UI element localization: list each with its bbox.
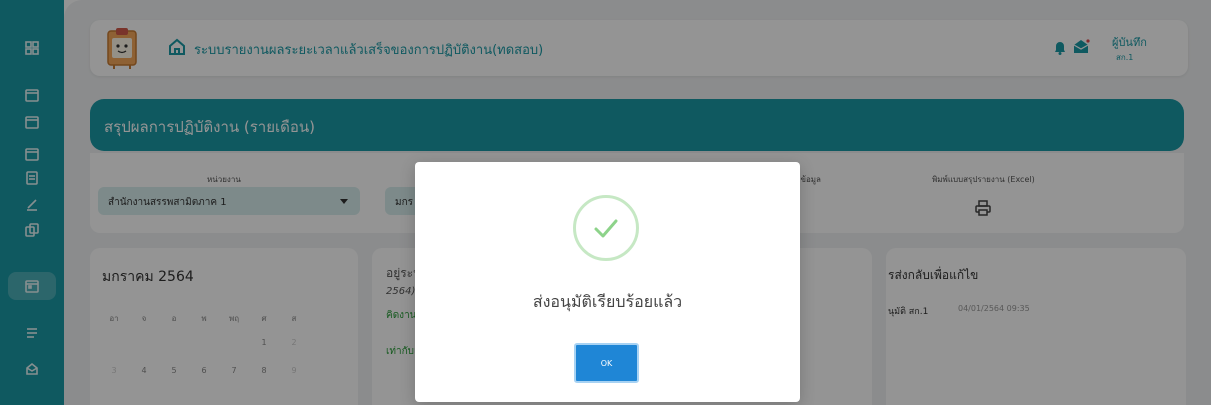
app-root: ระบบรายงานผลระยะเวลาแล้วเสร็จของการปฏิบั… xyxy=(0,0,1211,405)
ok-button[interactable]: OK xyxy=(574,343,639,383)
dialog-message: ส่งอนุมัติเรียบร้อยแล้ว xyxy=(532,292,683,311)
success-dialog: ส่งอนุมัติเรียบร้อยแล้ว OK xyxy=(415,162,800,402)
success-check-icon xyxy=(573,195,639,261)
